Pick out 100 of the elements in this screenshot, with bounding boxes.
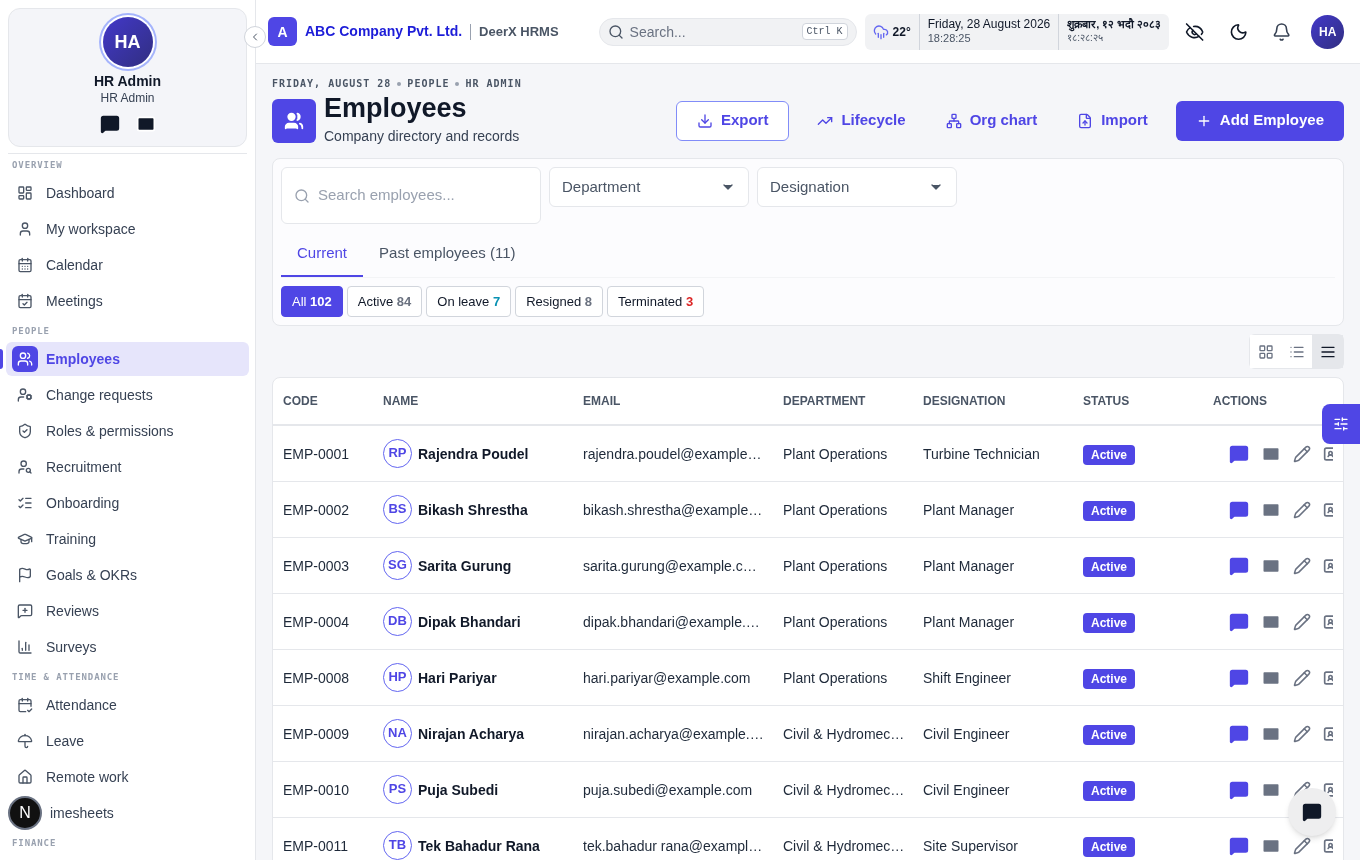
action-button[interactable]: Lifecycle [805, 100, 918, 141]
sidebar-item[interactable]: Training [6, 521, 249, 556]
sidebar-item[interactable]: Remote work [6, 759, 249, 794]
page-subtitle: Company directory and records [324, 127, 520, 146]
sidebar-item[interactable]: Attendance [6, 687, 249, 722]
search-input[interactable]: Search... [629, 21, 796, 42]
column-header: DESIGNATION [923, 393, 1007, 409]
sidebar-item[interactable]: Leave [6, 723, 249, 758]
sidebar-item[interactable]: Roles & permissions [6, 413, 249, 448]
sidebar-item[interactable]: Change requests [6, 377, 249, 412]
employee-name[interactable]: Dipak Bhandari [418, 611, 521, 632]
tab[interactable]: Past employees (11) [363, 232, 532, 277]
avatar: HA [102, 17, 153, 67]
sidebar-item[interactable]: My workspace [6, 211, 249, 246]
breadcrumb-item[interactable]: HR ADMIN [465, 76, 522, 91]
nav-icon [17, 696, 33, 713]
table-cell-text: Civil & Hydromec… [783, 724, 906, 744]
sidebar-item[interactable]: Calendar [6, 247, 249, 282]
notification-icon[interactable] [1272, 21, 1292, 42]
message-icon[interactable] [1229, 667, 1249, 688]
nav-icon [17, 638, 33, 655]
hide-icon[interactable] [1185, 21, 1205, 42]
message-icon[interactable] [1229, 723, 1249, 744]
profile-name: HR Admin [93, 73, 162, 91]
sidebar-item[interactable]: Dashboard [6, 175, 249, 210]
chat-icon[interactable] [99, 113, 120, 134]
edit-icon[interactable] [1293, 724, 1311, 743]
page-title: Employees [324, 95, 468, 122]
employee-name[interactable]: Rajendra Poudel [418, 443, 529, 464]
edit-icon[interactable] [1293, 668, 1311, 687]
table-cell-text: dipak.bhandari@example.… [583, 612, 761, 632]
status-filter-chip[interactable]: Resigned 8 [515, 286, 603, 317]
status-badge: Active [1083, 556, 1136, 577]
sidebar-item-label: Onboarding [46, 493, 120, 513]
action-button[interactable]: Add Employee [1175, 100, 1344, 141]
table-cell-text: Plant Manager [923, 500, 1016, 520]
employee-name[interactable]: Sarita Gurung [418, 555, 512, 576]
action-button[interactable]: Org chart [933, 100, 1050, 141]
edit-icon[interactable] [1293, 612, 1311, 631]
search-icon [294, 187, 310, 204]
tab[interactable]: Current [281, 232, 364, 277]
employee-search-input[interactable]: Search employees... [318, 184, 528, 207]
message-icon[interactable] [1229, 443, 1249, 464]
dev-badge[interactable]: N [8, 795, 42, 830]
message-icon[interactable] [1229, 779, 1249, 800]
table-cell-text: Civil & Hydromec… [783, 836, 906, 856]
table-cell-text: hari.pariyar@example.com [583, 668, 752, 688]
employee-name[interactable]: Puja Subedi [418, 779, 499, 800]
message-icon[interactable] [1229, 555, 1249, 576]
sidebar-item[interactable]: N imesheets [6, 795, 249, 830]
sidebar-item[interactable]: Recruitment [6, 449, 249, 484]
breadcrumb-item[interactable]: FRIDAY, AUGUST 28 [272, 76, 392, 91]
status-filter-chip[interactable]: Terminated 3 [607, 286, 705, 317]
table-cell-text: Plant Operations [783, 556, 889, 576]
sidebar-item[interactable]: Reviews [6, 593, 249, 628]
nav-icon [17, 184, 33, 201]
action-button[interactable]: Export [675, 100, 790, 141]
sidebar-item[interactable]: Employees [6, 341, 249, 376]
table-cell-text: nirajan.acharya@example.… [583, 724, 765, 744]
temperature: 22° [892, 23, 911, 40]
sidebar-item[interactable]: Onboarding [6, 485, 249, 520]
employee-name[interactable]: Hari Pariyar [418, 667, 497, 688]
sidebar-item-label: Reviews [46, 601, 99, 621]
employee-name[interactable]: Bikash Shrestha [418, 499, 528, 520]
edit-icon[interactable] [1293, 500, 1311, 519]
dark-mode-icon[interactable] [1228, 21, 1248, 42]
status-filter-chip[interactable]: Active 84 [346, 286, 423, 317]
search-field[interactable]: Search... Ctrl K [598, 17, 857, 46]
message-icon[interactable] [1229, 611, 1249, 632]
view-toggle[interactable] [1281, 335, 1312, 368]
employee-search-field[interactable]: Search employees... [281, 167, 541, 224]
status-filter-chip[interactable]: On leave 7 [426, 286, 512, 317]
action-button[interactable]: Import [1065, 100, 1160, 141]
sidebar-item[interactable]: Meetings [6, 283, 249, 318]
department-select[interactable]: Department [549, 167, 749, 207]
sidebar-item-label: Employees [46, 349, 120, 369]
designation-select[interactable]: Designation [757, 167, 957, 207]
view-toggle[interactable] [1250, 335, 1281, 368]
nepali-time: १८:२८:२५ [1067, 32, 1104, 45]
company-name[interactable]: ABC Company Pvt. Ltd. [305, 21, 463, 42]
breadcrumb-item[interactable]: PEOPLE [407, 76, 450, 91]
nav-icon [17, 458, 33, 475]
employee-name[interactable]: Nirajan Acharya [418, 723, 525, 744]
settings-tab-button[interactable] [1322, 404, 1360, 444]
rain-cloud-icon [872, 23, 889, 40]
edit-icon[interactable] [1293, 556, 1311, 575]
edit-icon[interactable] [1293, 836, 1311, 855]
message-icon[interactable] [1229, 499, 1249, 520]
edit-icon[interactable] [1293, 444, 1311, 463]
employee-name[interactable]: Tek Bahadur Rana [418, 835, 540, 856]
download-icon [696, 112, 713, 129]
sidebar-item[interactable]: Surveys [6, 629, 249, 664]
sidebar-item[interactable]: Goals & OKRs [6, 557, 249, 592]
status-filter-chip[interactable]: All 102 [281, 286, 343, 317]
nav-icon [17, 768, 33, 785]
nav-icon [17, 292, 33, 309]
view-toggle[interactable] [1312, 335, 1343, 368]
message-icon[interactable] [1229, 835, 1249, 856]
user-avatar[interactable]: HA [1311, 14, 1344, 49]
sidebar-item-label: Calendar [46, 255, 103, 275]
